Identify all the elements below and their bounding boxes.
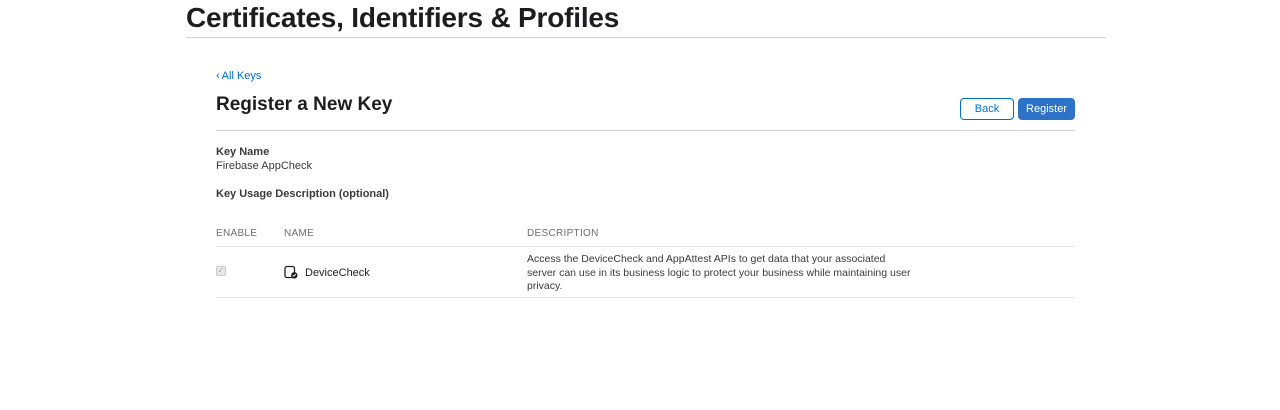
table-row-divider: [216, 297, 1075, 298]
key-name-value: Firebase AppCheck: [216, 160, 312, 172]
page: Certificates, Identifiers & Profiles ‹ Al…: [0, 0, 1280, 410]
column-header-description: DESCRIPTION: [527, 228, 599, 239]
back-button[interactable]: Back: [960, 98, 1014, 120]
enable-checkbox[interactable]: ✓: [216, 266, 226, 276]
column-header-name: NAME: [284, 228, 315, 239]
page-title: Certificates, Identifiers & Profiles: [186, 2, 620, 33]
all-keys-link[interactable]: ‹ All Keys: [216, 70, 261, 82]
register-button[interactable]: Register: [1018, 98, 1075, 120]
device-check-icon: [284, 265, 298, 279]
key-name-label: Key Name: [216, 146, 270, 158]
section-title: Register a New Key: [216, 94, 393, 115]
section-divider: [216, 130, 1075, 131]
column-header-enable: ENABLE: [216, 228, 258, 239]
chevron-left-icon: ‹: [216, 70, 220, 82]
service-name: DeviceCheck: [305, 267, 370, 279]
service-description: Access the DeviceCheck and AppAttest API…: [527, 253, 911, 292]
title-divider: [186, 37, 1106, 38]
all-keys-link-label: All Keys: [221, 70, 262, 82]
key-usage-label: Key Usage Description (optional): [216, 188, 389, 200]
table-header-divider: [216, 246, 1075, 247]
